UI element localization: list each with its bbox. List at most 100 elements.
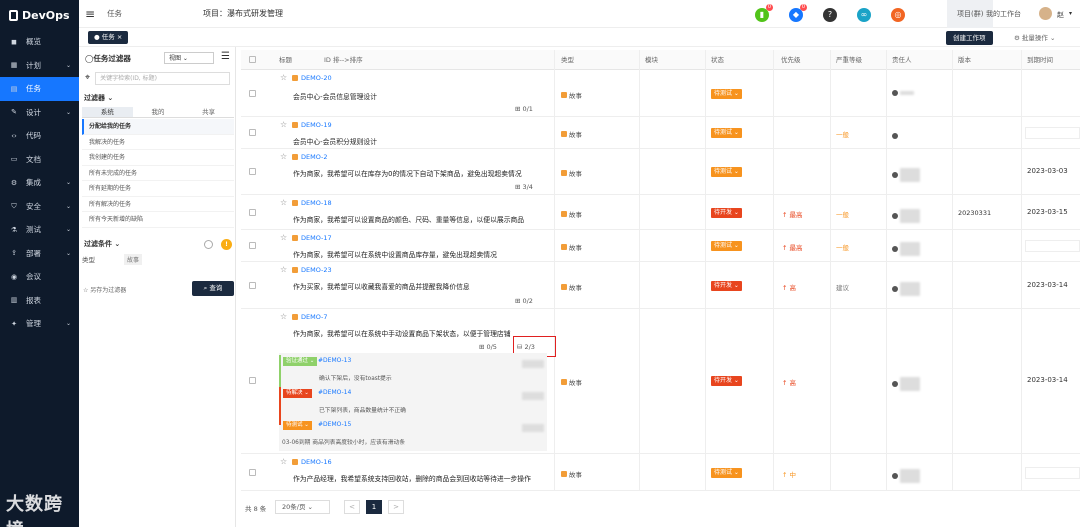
row-checkbox[interactable] <box>249 129 256 136</box>
chevron-down-icon[interactable]: ▾ <box>1069 10 1072 17</box>
search-input[interactable]: 关键字检索(ID, 标题) <box>95 71 230 85</box>
assignee-cell[interactable] <box>892 89 914 96</box>
row-checkbox[interactable] <box>249 377 256 384</box>
nav-item[interactable]: ⛉ 安全 ⌄ <box>0 195 79 219</box>
status-badge[interactable]: 待测试 ⌄ <box>711 241 742 251</box>
priority-cell[interactable]: ↑ 高 <box>782 282 796 292</box>
status-badge[interactable]: 待测试 ⌄ <box>711 167 742 177</box>
status-badge[interactable]: 待测试 ⌄ <box>711 128 742 138</box>
star-icon[interactable]: ☆ <box>280 233 287 242</box>
assignee-cell[interactable] <box>892 468 920 483</box>
task-key[interactable]: DEMO-16 <box>292 458 332 466</box>
star-icon[interactable]: ☆ <box>280 312 287 321</box>
target-icon[interactable]: ◎ <box>891 8 905 22</box>
subtask-item[interactable]: 待测试 ⌄ #DEMO-15 03-06到期 商品列表高度较小时，应该有滑动条 <box>279 419 547 446</box>
header-priority[interactable]: 优先级 <box>781 50 801 70</box>
task-key[interactable]: DEMO-19 <box>292 121 332 129</box>
row-checkbox[interactable] <box>249 89 256 97</box>
task-key[interactable]: DEMO-2 <box>292 153 328 161</box>
assignee-cell[interactable] <box>892 281 920 296</box>
tab-mine[interactable]: 我的 <box>133 107 184 117</box>
assignee-cell[interactable] <box>892 242 920 256</box>
subtask-count[interactable]: ⊞ 0/2 <box>515 297 533 305</box>
subtask-count[interactable]: ⊞ 3/4 <box>515 183 533 191</box>
table-row[interactable]: ☆ DEMO-16 作为产品经理，我希望系统支持回收站，删除的商品会到回收站等待进一… <box>241 454 1080 491</box>
table-row[interactable]: ☆ DEMO-19 会员中心-会员积分规则设计 故事 待测试 ⌄ 一般 <box>241 117 1080 149</box>
header-type[interactable]: 类型 <box>561 50 574 70</box>
star-icon[interactable]: ☆ <box>280 198 287 207</box>
select-all-checkbox[interactable] <box>249 56 256 63</box>
header-title[interactable]: 标题 <box>279 50 292 70</box>
status-badge[interactable]: 待测试 ⌄ <box>711 88 742 99</box>
filter-conditions[interactable]: 过滤条件 ⌄ ! <box>82 232 234 256</box>
header-module[interactable]: 模块 <box>645 50 658 70</box>
status-badge[interactable]: 待开发 ⌄ <box>711 207 742 218</box>
status-badge[interactable]: 待开发 ⌄ <box>711 376 742 386</box>
subtask-key[interactable]: #DEMO-14 <box>318 389 351 396</box>
task-key[interactable]: DEMO-7 <box>292 313 328 321</box>
subtask-status[interactable]: 待解决 ⌄ <box>283 389 312 398</box>
filter-item[interactable]: 我创建的任务 <box>82 150 234 166</box>
subtask-status[interactable]: 待测试 ⌄ <box>283 421 312 430</box>
nav-item[interactable]: ▤ 任务 <box>0 77 79 101</box>
nav-item[interactable]: ⚙ 集成 ⌄ <box>0 171 79 195</box>
view-select[interactable]: 视图 ⌄ <box>164 52 214 64</box>
task-key[interactable]: DEMO-18 <box>292 199 332 207</box>
subtask-count[interactable]: ⊞ 0/1 <box>515 105 533 113</box>
deadline-cell[interactable]: 2023-03-03 <box>1027 167 1068 175</box>
filter-item[interactable]: 所有延期的任务 <box>82 181 234 197</box>
row-checkbox[interactable] <box>249 281 256 289</box>
task-key[interactable]: DEMO-17 <box>292 234 332 242</box>
priority-cell[interactable]: ↑ 最高 <box>782 209 803 219</box>
priority-cell[interactable]: ↑ 高 <box>782 377 796 387</box>
menu-icon[interactable]: ☰ <box>221 51 230 62</box>
task-title[interactable]: 作为商家，我希望可以在系统中设置商品库存量，避免出现超卖情况 <box>293 249 543 259</box>
task-title[interactable]: 作为产品经理，我希望系统支持回收站，删除的商品会到回收站等待进一步操作 <box>293 473 543 483</box>
severity-cell[interactable]: 建议 <box>836 282 849 292</box>
nav-item[interactable]: ✎ 设计 ⌄ <box>0 101 79 125</box>
task-title[interactable]: 作为商家，我希望可以设置商品的颜色、尺码、重量等信息，以便以展示商品 <box>293 214 543 224</box>
filter-header[interactable]: 过滤器 ⌄ <box>84 93 234 103</box>
task-key[interactable]: DEMO-23 <box>292 266 332 274</box>
create-item-button[interactable]: 创建工作项 <box>946 31 993 45</box>
nav-item[interactable]: ◉ 会议 <box>0 265 79 289</box>
warning-icon[interactable]: ! <box>221 239 232 250</box>
table-row[interactable]: ☆ DEMO-2 作为商家，我希望可以在库存为0的情况下自动下架商品，避免出现超卖情… <box>241 149 1080 195</box>
row-checkbox[interactable] <box>249 168 256 175</box>
row-checkbox[interactable] <box>249 468 256 476</box>
nav-item[interactable]: ▭ 文档 <box>0 148 79 172</box>
assignee-cell[interactable] <box>892 377 920 391</box>
task-key[interactable]: DEMO-20 <box>292 74 332 82</box>
subtask-title[interactable]: 已下架列表，商品数量统计不正确 <box>319 405 406 414</box>
filter-item[interactable]: 我解决的任务 <box>82 135 234 150</box>
task-title[interactable]: 作为买家，我希望可以收藏我喜爱的商品并提醒我降价信息 <box>293 281 543 291</box>
task-title[interactable]: 作为商家，我希望可以在库存为0的情况下自动下架商品，避免出现超卖情况 <box>293 168 543 178</box>
status-badge[interactable]: 待开发 ⌄ <box>711 280 742 291</box>
hamburger-menu-icon[interactable]: ≡ <box>85 7 95 21</box>
user-name[interactable]: 赵 <box>1057 10 1064 20</box>
filter-item[interactable]: 所有解决的任务 <box>82 197 234 212</box>
nav-item[interactable]: ◼ 概览 <box>0 30 79 54</box>
star-icon[interactable]: ☆ <box>280 73 287 82</box>
subtask-count[interactable]: ⊞ 0/5 <box>479 343 497 351</box>
header-version[interactable]: 版本 <box>958 50 971 70</box>
star-icon[interactable]: ☆ <box>280 152 287 161</box>
subtask-item[interactable]: 待解决 ⌄ #DEMO-14 已下架列表，商品数量统计不正确 <box>279 387 547 425</box>
nav-item[interactable]: ‹› 代码 <box>0 124 79 148</box>
header-severity[interactable]: 严重等级 <box>836 50 862 70</box>
status-badge[interactable]: 待测试 ⌄ <box>711 467 742 478</box>
next-page-button[interactable]: > <box>388 500 404 514</box>
severity-cell[interactable]: 一般 <box>836 129 849 139</box>
deadline-input[interactable] <box>1025 127 1080 139</box>
table-row[interactable]: ☆ DEMO-7 作为商家，我希望可以在系统中手动设置商品下架状态，以便于管理店铺 ⊞… <box>241 309 1080 454</box>
nav-item[interactable]: ⇪ 部署 ⌄ <box>0 242 79 266</box>
table-row[interactable]: ☆ DEMO-17 作为商家，我希望可以在系统中设置商品库存量，避免出现超卖情况 故事… <box>241 230 1080 262</box>
deadline-cell[interactable]: 2023-03-14 <box>1027 376 1068 384</box>
batch-ops-button[interactable]: ⚙ 批量操作 ⌄ <box>1009 31 1060 45</box>
deadline-input[interactable] <box>1025 466 1080 479</box>
tab-workbench[interactable]: 我的工作台 <box>976 0 1031 28</box>
nav-item[interactable]: ▥ 报表 <box>0 289 79 313</box>
header-sort[interactable]: ID 排-->排序 <box>324 50 363 70</box>
star-icon[interactable]: ☆ <box>280 265 287 274</box>
project-title[interactable]: 项目：瀑布式研发管理 <box>203 8 283 19</box>
